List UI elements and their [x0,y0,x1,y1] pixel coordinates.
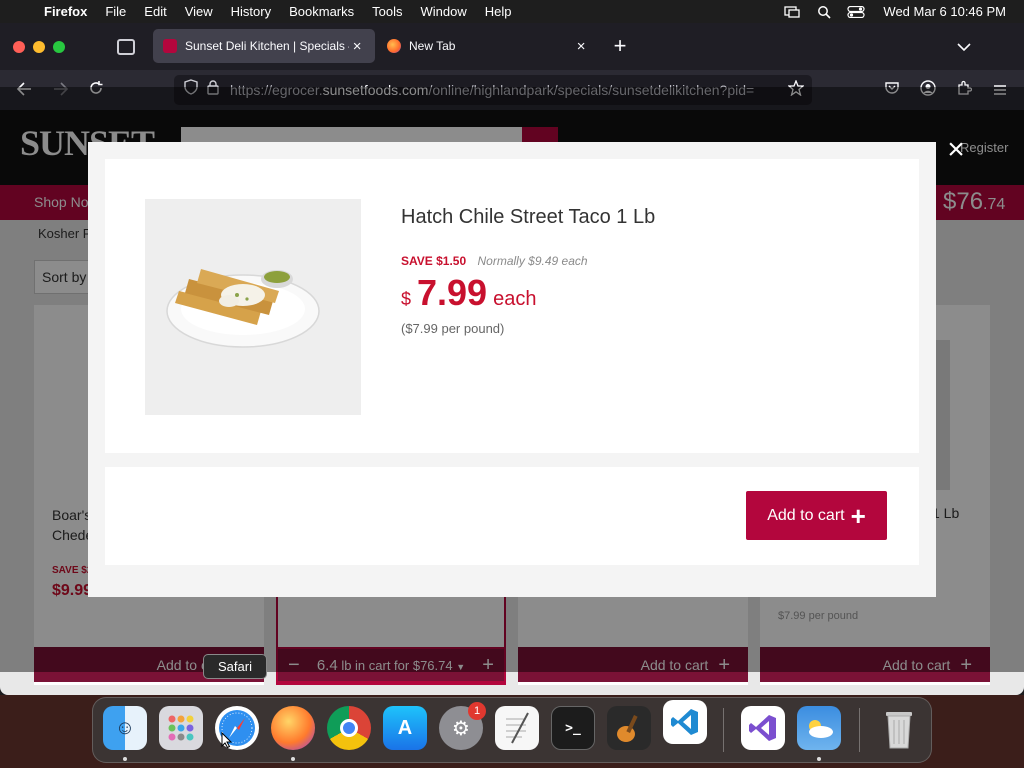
price-currency: $ [401,289,412,309]
menu-history[interactable]: History [222,4,280,19]
window-zoom-button[interactable] [53,41,65,53]
price-amount: 7.99 [417,272,488,313]
product-title: Hatch Chile Street Taco 1 Lb [401,206,656,228]
tab-close-icon[interactable]: × [573,38,589,55]
tab-sunset-deli[interactable]: Sunset Deli Kitchen | Specials – × [153,29,375,63]
tab-title: Sunset Deli Kitchen | Specials – [185,39,350,53]
price-unit: each [493,288,537,310]
savings-amount: SAVE $1.50 [401,254,467,268]
launchpad-icon[interactable] [159,706,203,750]
dock-separator [859,708,860,752]
new-tab-button[interactable]: + [609,35,631,57]
menu-edit[interactable]: Edit [135,4,175,19]
dock-tooltip: Safari [203,654,267,679]
tab-new-tab[interactable]: New Tab × [377,29,599,63]
plus-icon: + [850,500,866,531]
menu-app-name[interactable]: Firefox [40,4,96,19]
menu-help[interactable]: Help [476,4,521,19]
chrome-icon[interactable] [327,706,371,750]
spotlight-search-icon[interactable] [815,5,833,19]
regular-price: Normally $9.49 each [477,254,588,268]
sunset-favicon [163,39,177,53]
trash-icon[interactable] [877,706,921,750]
dock: ☺ A ⚙ >_ [92,697,932,763]
add-to-cart-label: Add to cart [767,506,845,524]
garageband-icon[interactable] [607,706,651,750]
tab-title: New Tab [409,39,456,53]
firefox-icon[interactable] [271,706,315,750]
window-close-button[interactable] [13,41,25,53]
chrome-center [340,719,358,737]
firefox-favicon [387,39,401,53]
price-per-pound: ($7.99 per pound) [401,321,505,336]
running-indicator [817,757,821,761]
mouse-cursor [221,731,233,749]
menu-bookmarks[interactable]: Bookmarks [280,4,363,19]
screen-mirroring-icon[interactable] [783,5,801,19]
window-minimize-button[interactable] [33,41,45,53]
savings-line: SAVE $1.50 Normally $9.49 each [401,254,588,268]
weather-icon[interactable] [797,706,841,750]
menu-window[interactable]: Window [412,4,476,19]
menu-view[interactable]: View [176,4,222,19]
visual-studio-icon[interactable] [741,706,785,750]
app-store-icon[interactable]: A [383,706,427,750]
notification-badge: 1 [468,702,486,720]
list-all-tabs-icon[interactable] [953,35,975,57]
running-indicator [291,757,295,761]
running-indicator [123,757,127,761]
finder-icon[interactable]: ☺ [103,706,147,750]
menu-tools[interactable]: Tools [363,4,411,19]
textedit-icon[interactable] [495,706,539,750]
control-center-icon[interactable] [847,5,866,19]
modal-add-to-cart-button[interactable]: Add to cart + [746,491,887,540]
modal-close-icon[interactable]: × [943,135,969,165]
tab-bar: Sunset Deli Kitchen | Specials – × New T… [0,23,1024,70]
sale-price: $ 7.99 each [401,272,536,314]
product-image [145,199,361,415]
dock-separator [723,708,724,752]
firefox-view-icon[interactable] [117,39,135,55]
tab-close-icon[interactable]: × [349,38,365,55]
menu-bar: Firefox File Edit View History Bookmarks… [0,0,1024,23]
vscode-icon[interactable] [663,700,707,744]
terminal-icon[interactable]: >_ [551,706,595,750]
modal-actions-panel: Add to cart + [105,467,919,565]
product-modal: Hatch Chile Street Taco 1 Lb SAVE $1.50 … [88,142,936,597]
product-details-panel: Hatch Chile Street Taco 1 Lb SAVE $1.50 … [105,159,919,453]
menu-file[interactable]: File [96,4,135,19]
menubar-clock[interactable]: Wed Mar 6 10:46 PM [879,4,1006,19]
